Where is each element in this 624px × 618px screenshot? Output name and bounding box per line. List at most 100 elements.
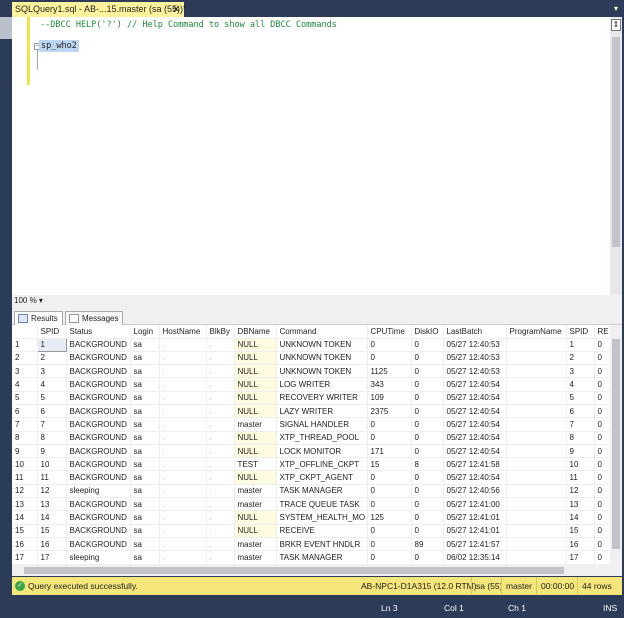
- table-cell[interactable]: XTP_CKPT_AGENT: [276, 470, 368, 485]
- row-number[interactable]: 6: [12, 404, 38, 419]
- column-header[interactable]: HostName: [159, 325, 207, 339]
- table-cell[interactable]: 0: [411, 338, 444, 352]
- column-header[interactable]: RE: [594, 325, 611, 339]
- table-cell[interactable]: sa: [130, 484, 160, 499]
- table-cell[interactable]: BACKGROUND: [66, 524, 131, 538]
- tab-results[interactable]: Results: [14, 311, 63, 325]
- table-cell[interactable]: .: [206, 524, 235, 538]
- row-number[interactable]: 1: [12, 338, 38, 352]
- table-cell[interactable]: 12: [566, 484, 595, 499]
- table-cell[interactable]: UNKNOWN TOKEN: [276, 364, 368, 379]
- table-cell[interactable]: NULL: [234, 470, 277, 485]
- table-cell[interactable]: 9: [37, 444, 67, 459]
- table-cell[interactable]: .: [206, 537, 235, 552]
- table-cell[interactable]: sa: [130, 537, 160, 552]
- table-cell[interactable]: RECOVERY WRITER: [276, 391, 368, 405]
- table-cell[interactable]: 05/27 12:40:53: [443, 364, 507, 379]
- table-cell[interactable]: BACKGROUND: [66, 457, 131, 472]
- table-cell[interactable]: .: [159, 457, 207, 472]
- table-cell[interactable]: [506, 457, 567, 472]
- table-cell[interactable]: SIGNAL HANDLER: [276, 417, 368, 432]
- column-header[interactable]: DBName: [234, 325, 277, 339]
- results-grid[interactable]: SPID Status Login HostName BlkBy DBName Comman…: [12, 325, 622, 565]
- table-cell[interactable]: TRACE QUEUE TASK: [276, 497, 368, 512]
- table-cell[interactable]: 05/27 12:41:57: [443, 537, 507, 552]
- column-header[interactable]: DiskIO: [411, 325, 444, 339]
- table-cell[interactable]: [506, 497, 567, 512]
- table-row[interactable]: 16 16 BACKGROUND sa.. master BRKR EVENT HNDLR…: [12, 537, 611, 552]
- table-cell[interactable]: 9: [566, 444, 595, 459]
- table-cell[interactable]: 05/27 12:40:54: [443, 417, 507, 432]
- table-cell[interactable]: sa: [130, 338, 160, 352]
- table-cell[interactable]: .: [159, 391, 207, 405]
- table-cell[interactable]: 11: [566, 470, 595, 485]
- grid-horizontal-scrollbar[interactable]: [12, 565, 622, 576]
- table-cell[interactable]: master: [234, 537, 277, 552]
- row-number[interactable]: 9: [12, 444, 38, 459]
- table-cell[interactable]: [506, 404, 567, 419]
- row-number[interactable]: 8: [12, 431, 38, 445]
- table-cell[interactable]: .: [206, 391, 235, 405]
- table-cell[interactable]: 0: [367, 417, 412, 432]
- tab-messages[interactable]: Messages: [65, 311, 124, 325]
- table-cell[interactable]: sa: [130, 377, 160, 392]
- table-cell[interactable]: 05/27 12:40:54: [443, 444, 507, 459]
- table-cell[interactable]: 15: [37, 524, 67, 538]
- table-cell[interactable]: 05/27 12:41:01: [443, 510, 507, 525]
- table-cell[interactable]: [506, 364, 567, 379]
- table-cell[interactable]: 0: [367, 524, 412, 538]
- table-cell[interactable]: SYSTEM_HEALTH_MO: [276, 510, 368, 525]
- row-number[interactable]: 12: [12, 484, 38, 499]
- table-cell[interactable]: .: [159, 417, 207, 432]
- table-cell[interactable]: .: [159, 484, 207, 499]
- column-header[interactable]: Command: [276, 325, 368, 339]
- table-row[interactable]: 9 9 BACKGROUND sa.. NULL LOCK MONITOR 171 0 05/2…: [12, 444, 611, 459]
- table-cell[interactable]: NULL: [234, 431, 277, 445]
- row-number[interactable]: 10: [12, 457, 38, 472]
- table-cell[interactable]: sa: [130, 497, 160, 512]
- table-cell[interactable]: master: [234, 417, 277, 432]
- table-row[interactable]: 7 7 BACKGROUND sa.. master SIGNAL HANDLER 0 0 05…: [12, 417, 611, 432]
- table-cell[interactable]: 109: [367, 391, 412, 405]
- table-row[interactable]: 1 1 BACKGROUND sa.. NULL UNKNOWN TOKEN 0 0 05/27…: [12, 337, 611, 352]
- table-cell[interactable]: .: [206, 497, 235, 512]
- table-cell[interactable]: 0: [411, 364, 444, 379]
- table-cell[interactable]: LOG WRITER: [276, 377, 368, 392]
- table-cell[interactable]: BACKGROUND: [66, 510, 131, 525]
- table-cell[interactable]: 05/27 12:41:00: [443, 497, 507, 512]
- table-cell[interactable]: 14: [566, 510, 595, 525]
- table-cell[interactable]: 05/27 12:40:54: [443, 404, 507, 419]
- row-number[interactable]: 15: [12, 524, 38, 538]
- table-row[interactable]: 14 14 BACKGROUND sa.. NULL SYSTEM_HEALTH_MO 12…: [12, 510, 611, 525]
- table-cell[interactable]: sa: [130, 444, 160, 459]
- table-cell[interactable]: 05/27 12:41:01: [443, 524, 507, 538]
- table-cell[interactable]: sa: [130, 351, 160, 366]
- table-cell[interactable]: 125: [367, 510, 412, 525]
- table-cell[interactable]: master: [234, 550, 277, 565]
- table-cell[interactable]: 6: [566, 404, 595, 419]
- table-cell[interactable]: BACKGROUND: [66, 497, 131, 512]
- table-cell[interactable]: BACKGROUND: [66, 391, 131, 405]
- table-row[interactable]: 13 13 BACKGROUND sa.. master TRACE QUEUE TASK…: [12, 497, 611, 512]
- table-cell[interactable]: 05/27 12:40:54: [443, 391, 507, 405]
- table-row[interactable]: 2 2 BACKGROUND sa.. NULL UNKNOWN TOKEN 0 0 05/27…: [12, 351, 611, 366]
- table-cell[interactable]: 05/27 12:40:54: [443, 377, 507, 392]
- table-cell[interactable]: [506, 338, 567, 352]
- table-cell[interactable]: 16: [37, 537, 67, 552]
- table-cell[interactable]: [506, 444, 567, 459]
- table-cell[interactable]: BACKGROUND: [66, 404, 131, 419]
- table-cell[interactable]: .: [206, 417, 235, 432]
- table-cell[interactable]: 0: [594, 377, 611, 392]
- table-cell[interactable]: .: [206, 484, 235, 499]
- table-cell[interactable]: [506, 550, 567, 565]
- table-cell[interactable]: 0: [594, 391, 611, 405]
- table-cell[interactable]: 1: [566, 338, 595, 352]
- table-cell[interactable]: LAZY WRITER: [276, 404, 368, 419]
- table-row[interactable]: 5 5 BACKGROUND sa.. NULL RECOVERY WRITER 109 0 0…: [12, 391, 611, 405]
- row-number[interactable]: 2: [12, 351, 38, 366]
- column-header[interactable]: [12, 325, 38, 339]
- table-cell[interactable]: [506, 431, 567, 445]
- table-cell[interactable]: BACKGROUND: [66, 338, 131, 352]
- table-cell[interactable]: 05/27 12:40:54: [443, 431, 507, 445]
- column-header[interactable]: Login: [130, 325, 160, 339]
